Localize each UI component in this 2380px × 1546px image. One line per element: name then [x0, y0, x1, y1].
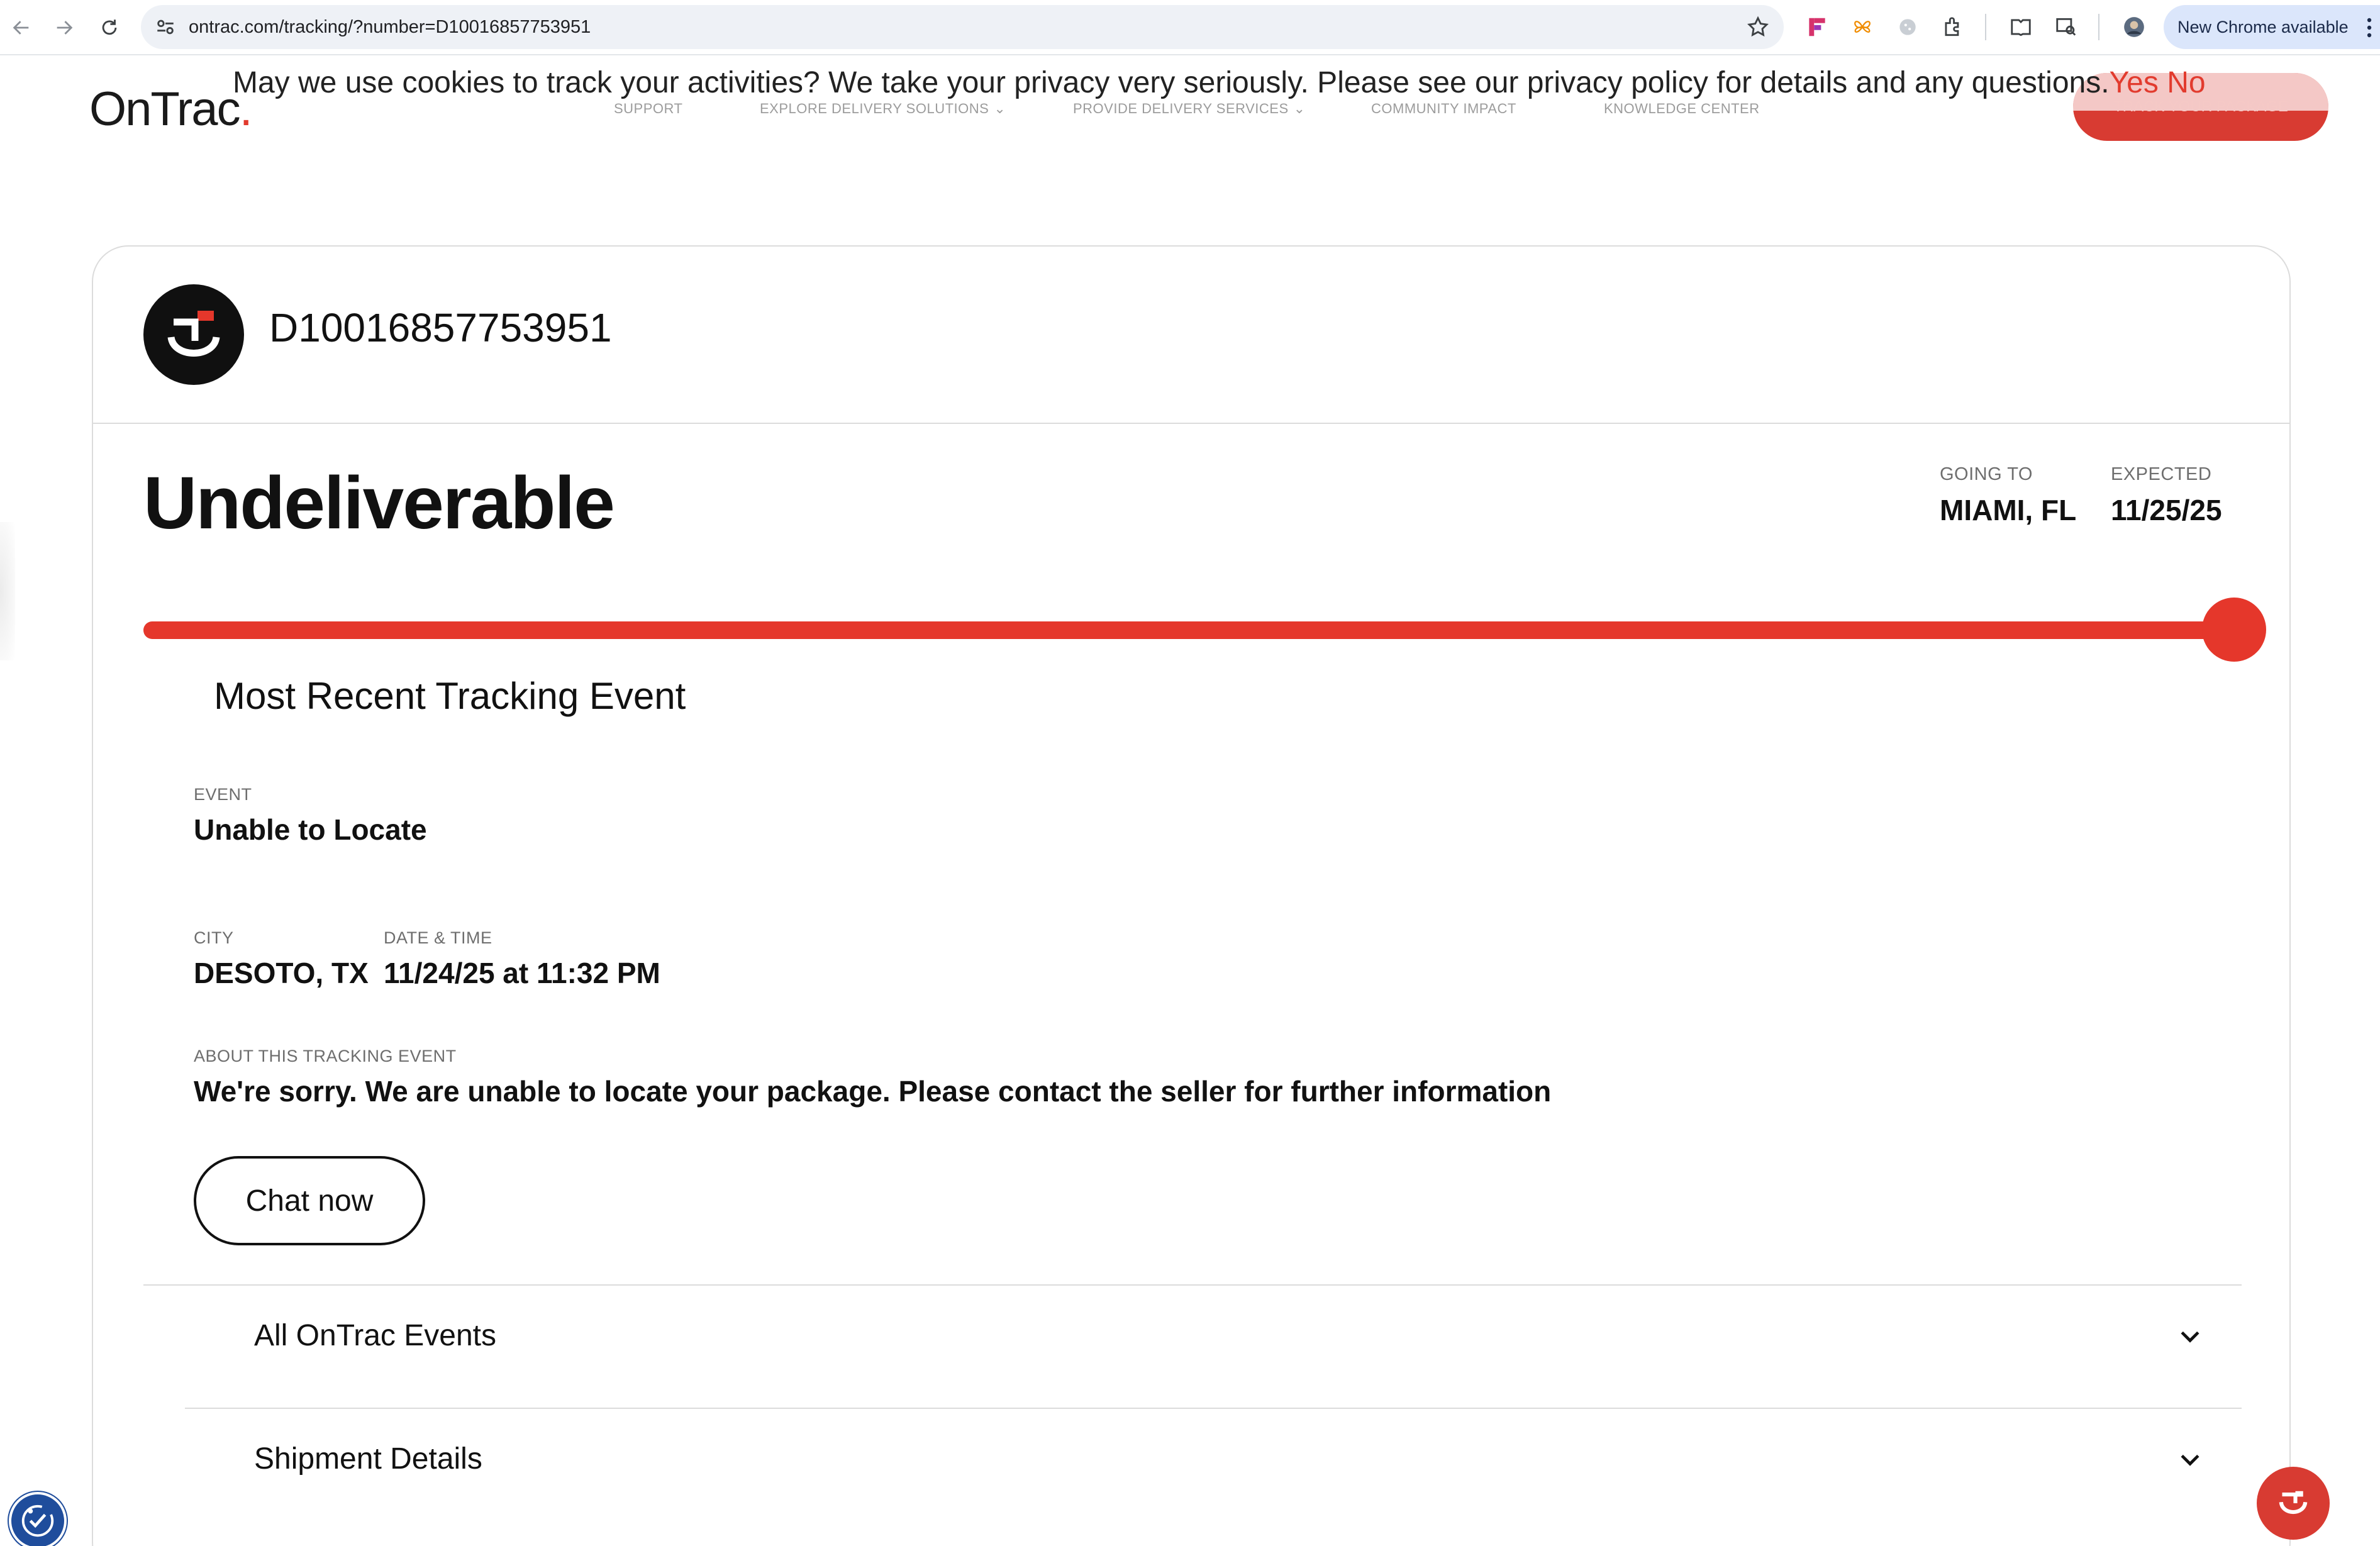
city-label: CITY [194, 928, 234, 947]
nav-label: KNOWLEDGE CENTER [1604, 101, 1760, 116]
reading-mode-icon[interactable] [2006, 13, 2035, 42]
forward-icon[interactable] [48, 11, 81, 44]
chat-widget-button[interactable] [2257, 1467, 2330, 1540]
profile-avatar[interactable] [2120, 13, 2149, 42]
datetime-value: 11/24/25 at 11:32 PM [384, 957, 660, 989]
address-bar[interactable]: ontrac.com/tracking/?number=D10016857753… [141, 5, 1784, 49]
ontrac-chat-icon [2279, 1491, 2308, 1514]
accordion-all-ontrac-events[interactable]: All OnTrac Events [185, 1286, 2242, 1380]
ontrac-brand-icon [143, 284, 244, 385]
accordion-shipment-details[interactable]: Shipment Details [185, 1409, 2242, 1503]
progress-fill [143, 621, 2234, 639]
about-event-description: We're sorry. We are unable to locate you… [194, 1075, 1552, 1108]
nav-label: EXPLORE DELIVERY SOLUTIONS [760, 101, 989, 116]
chat-now-button[interactable]: Chat now [194, 1156, 425, 1245]
progress-knob [2202, 598, 2266, 662]
new-chrome-label: New Chrome available [2177, 18, 2349, 36]
expected-value: 11/25/25 [2111, 494, 2222, 526]
site-settings-icon[interactable] [155, 16, 176, 38]
kebab-menu-icon[interactable] [2366, 18, 2372, 38]
chevron-down-icon[interactable] [2176, 1322, 2204, 1350]
nav-support[interactable]: SUPPORT [614, 101, 682, 117]
datetime-label: DATE & TIME [384, 928, 492, 947]
accessibility-icon [21, 1504, 54, 1537]
going-to-label: GOING TO [1940, 464, 2033, 484]
tracking-number: D10016857753951 [269, 305, 612, 350]
nav-label: PROVIDE DELIVERY SERVICES [1073, 101, 1289, 116]
browser-toolbar: ontrac.com/tracking/?number=D10016857753… [0, 0, 2380, 55]
event-label: EVENT [194, 785, 252, 804]
nav-label: SUPPORT [614, 101, 683, 116]
cookie-banner: May we use cookies to track your activit… [233, 65, 2206, 100]
edge-shadow [0, 522, 15, 660]
toolbar-separator [1985, 14, 1986, 40]
extension-butterfly-icon[interactable] [1848, 13, 1877, 42]
chevron-down-icon: ⌄ [994, 101, 1006, 116]
nav-community-impact[interactable]: COMMUNITY IMPACT [1371, 101, 1516, 117]
accordion-label: All OnTrac Events [254, 1319, 497, 1352]
expected-label: EXPECTED [2111, 464, 2212, 484]
lens-search-icon[interactable] [2052, 13, 2081, 42]
city-value: DESOTO, TX [194, 957, 369, 989]
ontrac-logo[interactable]: OnTrac. [89, 82, 253, 136]
track-button-label: TRACK YOUR PACKAGE [2113, 98, 2288, 115]
url-text[interactable]: ontrac.com/tracking/?number=D10016857753… [189, 5, 591, 49]
nav-label: COMMUNITY IMPACT [1371, 101, 1516, 116]
new-chrome-available-button[interactable]: New Chrome available [2164, 5, 2380, 49]
extensions-puzzle-icon[interactable] [1938, 13, 1967, 42]
going-to-value: MIAMI, FL [1940, 494, 2077, 526]
bookmark-star-icon[interactable] [1746, 15, 1770, 39]
nav-provide-delivery-services[interactable]: PROVIDE DELIVERY SERVICES ⌄ [1073, 101, 1306, 117]
delivery-status: Undeliverable [143, 462, 615, 545]
accordion-label: Shipment Details [254, 1442, 482, 1476]
toolbar-separator [2098, 14, 2099, 40]
nav-explore-delivery-solutions[interactable]: EXPLORE DELIVERY SOLUTIONS ⌄ [760, 101, 1006, 117]
cookie-yes-link[interactable]: Yes [2110, 66, 2159, 99]
tracking-card-header: D10016857753951 [93, 247, 2289, 424]
back-icon[interactable] [5, 11, 38, 44]
chevron-down-icon[interactable] [2176, 1445, 2204, 1473]
logo-text: OnTrac [89, 82, 241, 136]
extension-f-icon[interactable] [1803, 13, 1832, 42]
cookie-no-link[interactable]: No [2167, 66, 2205, 99]
nav-knowledge-center[interactable]: KNOWLEDGE CENTER [1604, 101, 1760, 117]
most-recent-event-title: Most Recent Tracking Event [214, 675, 686, 717]
reload-icon[interactable] [93, 11, 126, 44]
about-event-label: ABOUT THIS TRACKING EVENT [194, 1047, 457, 1065]
extension-cookie-icon[interactable] [1893, 13, 1922, 42]
delivery-progress-bar [143, 598, 2266, 662]
accessibility-widget-button[interactable] [9, 1492, 67, 1546]
tracking-card: D10016857753951 Undeliverable GOING TO M… [92, 245, 2291, 1546]
cookie-text: May we use cookies to track your activit… [233, 66, 2110, 99]
chevron-down-icon: ⌄ [1293, 101, 1306, 116]
event-value: Unable to Locate [194, 813, 427, 846]
